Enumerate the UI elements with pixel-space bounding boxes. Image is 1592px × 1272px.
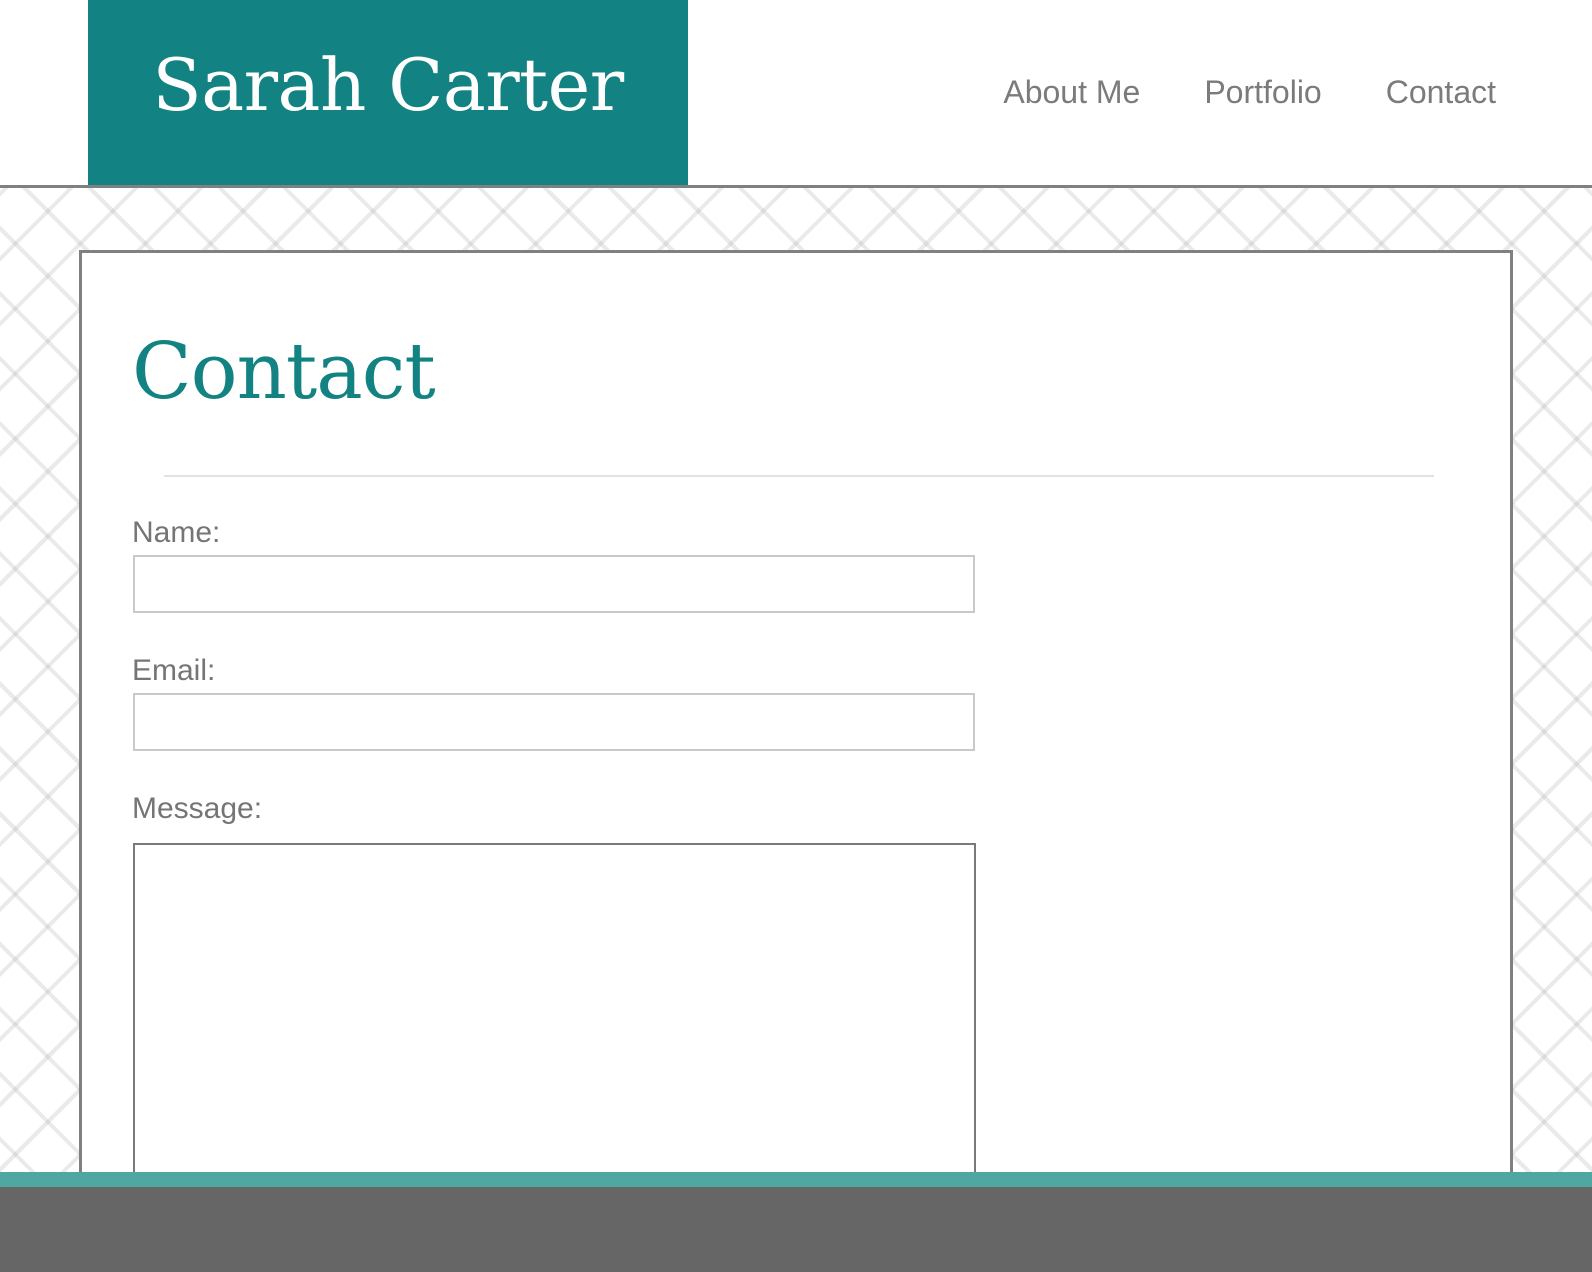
email-label: Email: [132,654,216,687]
site-footer [0,1187,1592,1272]
page-title: Contact [132,327,436,417]
site-logo[interactable]: Sarah Carter [88,0,688,185]
site-name: Sarah Carter [152,42,624,127]
email-input[interactable] [133,693,975,751]
main-nav: About Me Portfolio Contact [1003,76,1496,108]
nav-contact[interactable]: Contact [1386,76,1496,108]
footer-accent-bar [0,1172,1592,1187]
message-label: Message: [132,792,263,825]
name-input[interactable] [133,555,975,613]
nav-about-me[interactable]: About Me [1003,76,1140,108]
nav-portfolio[interactable]: Portfolio [1204,76,1321,108]
site-header: Sarah Carter About Me Portfolio Contact [0,0,1592,188]
title-divider [164,475,1434,477]
contact-card: Contact Name: Email: Message: [79,250,1513,1263]
name-label: Name: [132,516,221,549]
